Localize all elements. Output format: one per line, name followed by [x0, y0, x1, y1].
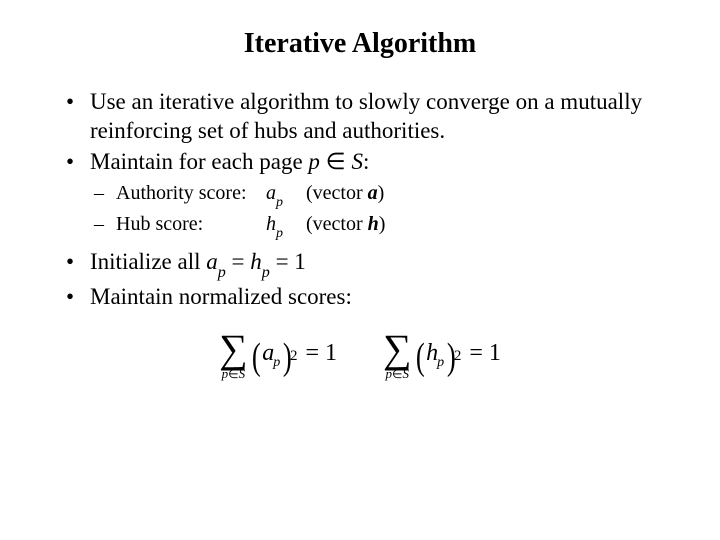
inner-2-sub: p: [276, 226, 283, 241]
slide-content: Use an iterative algorithm to slowly con…: [0, 60, 720, 380]
bullet-2-post: :: [363, 149, 369, 174]
equations: ∑ p∈S ( ap ) 2 = 1 ∑ p∈S ( hp ) 2 =: [60, 333, 660, 380]
bullet-3-p2: p: [262, 264, 270, 281]
eq-h-one: 1: [489, 340, 501, 367]
bullet-2: Maintain for each page p ∈ S: Authority …: [60, 148, 660, 243]
lim-S: S: [239, 366, 246, 381]
bullet-3-eq2: = 1: [270, 249, 306, 274]
eq-a-one: 1: [325, 340, 337, 367]
eq-a-sub: p: [273, 355, 280, 370]
slide: Iterative Algorithm Use an iterative alg…: [0, 0, 720, 540]
eq-h-sub: p: [437, 355, 444, 370]
bullet-2-elem: ∈: [320, 149, 352, 174]
bullet-1: Use an iterative algorithm to slowly con…: [60, 88, 660, 146]
bullet-4: Maintain normalized scores:: [60, 283, 660, 312]
bullet-3-pre: Initialize all: [90, 249, 206, 274]
eq-a-term: ap: [262, 340, 281, 367]
lparen-icon: (: [415, 342, 424, 372]
sum-a-lim: p∈S: [222, 367, 245, 380]
bullet-3-eq1: =: [226, 249, 250, 274]
inner-list: Authority score:ap(vector a) Hub score:h…: [90, 180, 660, 242]
eq-a-sq: 2: [290, 348, 298, 365]
inner-1-vec: (vector a): [306, 180, 384, 207]
bullet-1-text: Use an iterative algorithm to slowly con…: [90, 89, 642, 143]
inner-1: Authority score:ap(vector a): [90, 180, 660, 211]
inner-2-vec-sym: h: [368, 213, 379, 235]
inner-1-sub: p: [276, 195, 283, 210]
bullet-3: Initialize all ap = hp = 1: [60, 248, 660, 281]
inner-2-vec-pre: (vector: [306, 213, 368, 235]
equation-h: ∑ p∈S ( hp ) 2 = 1: [383, 333, 501, 380]
inner-1-vec-sym: a: [368, 182, 378, 204]
inner-2-vec-post: ): [379, 213, 386, 235]
inner-2: Hub score:hp(vector h): [90, 211, 660, 242]
inner-2-sym: hp: [266, 211, 306, 242]
bullet-2-pre: Maintain for each page: [90, 149, 308, 174]
inner-2-h: h: [266, 213, 276, 235]
bullet-3-h: h: [250, 249, 262, 274]
inner-1-label: Authority score:: [116, 180, 266, 207]
lim-el: ∈: [228, 367, 238, 381]
eq-a-eq: =: [305, 340, 319, 367]
inner-1-sym: ap: [266, 180, 306, 211]
eq-h-eq: =: [469, 340, 483, 367]
eq-h-sq: 2: [454, 348, 462, 365]
bullet-2-S: S: [351, 149, 363, 174]
lim-el: ∈: [392, 367, 402, 381]
lparen-icon: (: [252, 342, 261, 372]
sigma-icon: ∑: [383, 333, 412, 365]
bullet-list: Use an iterative algorithm to slowly con…: [60, 88, 660, 311]
bullet-3-a: a: [206, 249, 218, 274]
bullet-3-p1: p: [218, 264, 226, 281]
inner-2-vec: (vector h): [306, 211, 385, 238]
sum-a: ∑ p∈S: [219, 333, 248, 380]
lim-S: S: [402, 366, 409, 381]
sum-h-lim: p∈S: [386, 367, 409, 380]
inner-1-vec-pre: (vector: [306, 182, 368, 204]
inner-1-vec-post: ): [378, 182, 385, 204]
bullet-4-text: Maintain normalized scores:: [90, 284, 352, 309]
slide-title: Iterative Algorithm: [0, 0, 720, 60]
bullet-2-p: p: [308, 149, 320, 174]
sum-h: ∑ p∈S: [383, 333, 412, 380]
equation-a: ∑ p∈S ( ap ) 2 = 1: [219, 333, 337, 380]
eq-h-term: hp: [426, 340, 445, 367]
sigma-icon: ∑: [219, 333, 248, 365]
inner-1-a: a: [266, 182, 276, 204]
inner-2-label: Hub score:: [116, 211, 266, 238]
